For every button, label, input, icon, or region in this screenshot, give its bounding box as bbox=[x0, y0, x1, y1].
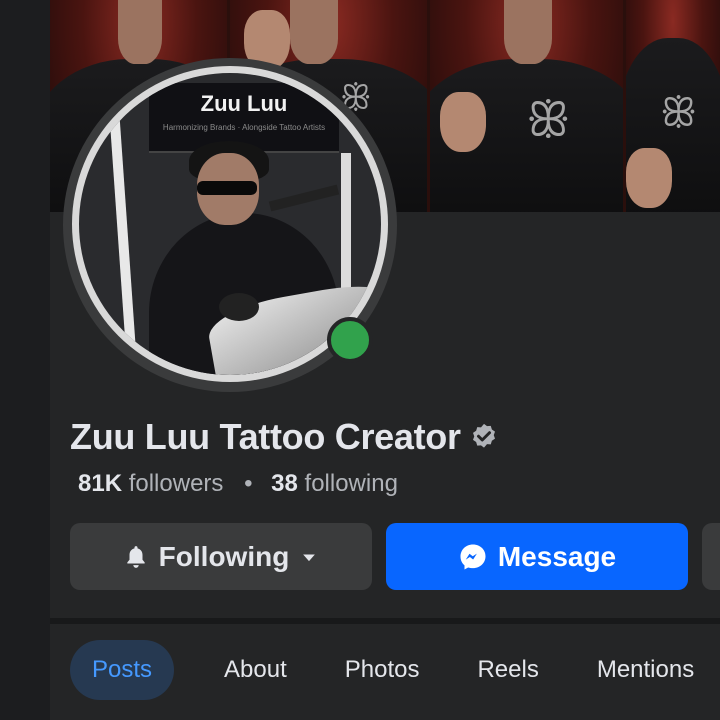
following-button-label: Following bbox=[158, 540, 290, 572]
stats-separator: • bbox=[244, 470, 253, 497]
bell-icon bbox=[123, 544, 149, 570]
more-options-button[interactable] bbox=[702, 523, 720, 590]
tab-mentions[interactable]: Mentions bbox=[575, 640, 716, 700]
followers-count[interactable]: 81K bbox=[78, 470, 122, 497]
message-button[interactable]: Message bbox=[386, 523, 688, 590]
tab-posts[interactable]: Posts bbox=[70, 640, 175, 700]
profile-stats: 81K followers • 38 following bbox=[78, 470, 398, 498]
profile-name-row: Zuu Luu Tattoo Creator bbox=[70, 412, 499, 462]
left-edge-strip bbox=[0, 0, 50, 720]
cover-panel: ꕥ bbox=[430, 0, 626, 212]
followers-label[interactable]: followers bbox=[129, 470, 224, 497]
caret-down-icon bbox=[299, 547, 319, 567]
online-status-indicator bbox=[327, 317, 373, 363]
messenger-icon bbox=[458, 542, 488, 572]
tab-photos[interactable]: Photos bbox=[323, 640, 442, 700]
cover-panel: ꕥ bbox=[626, 0, 720, 212]
tab-about[interactable]: About bbox=[202, 640, 309, 700]
tab-reels[interactable]: Reels bbox=[455, 640, 560, 700]
following-button[interactable]: Following bbox=[70, 523, 372, 590]
message-button-label: Message bbox=[497, 540, 617, 572]
profile-name: Zuu Luu Tattoo Creator bbox=[70, 416, 461, 457]
profile-tabs: Posts About Photos Reels Mentions bbox=[70, 640, 716, 700]
profile-page: ꕥ ꕥ ꕥ Zuu Luu Harmonizing Brands · Along… bbox=[50, 0, 720, 720]
avatar-sign-subtitle: Harmonizing Brands · Alongside Tattoo Ar… bbox=[162, 123, 326, 132]
verified-badge-icon[interactable] bbox=[469, 422, 499, 452]
avatar-sign-title: Zuu Luu bbox=[200, 91, 288, 116]
following-count[interactable]: 38 bbox=[271, 470, 298, 497]
section-divider bbox=[50, 618, 720, 624]
following-label[interactable]: following bbox=[305, 470, 398, 497]
